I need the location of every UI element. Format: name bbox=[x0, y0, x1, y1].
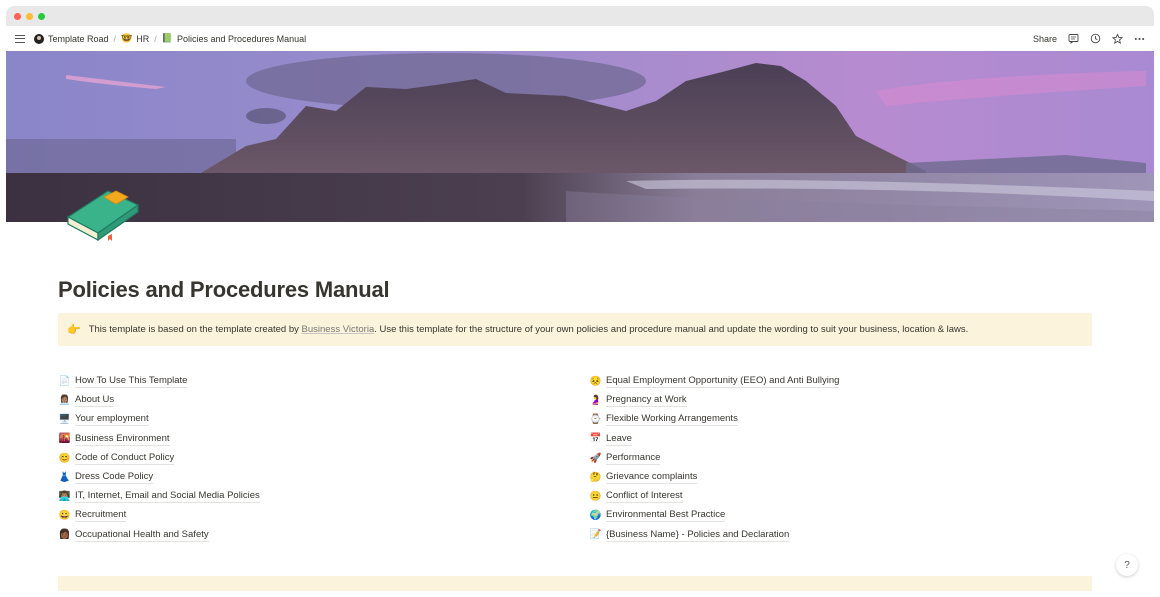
persevering-face-icon: 😣 bbox=[589, 375, 602, 387]
page-link[interactable]: 🖥️ Your employment bbox=[58, 410, 589, 429]
dress-icon: 👗 bbox=[58, 471, 71, 483]
bottom-callout bbox=[58, 576, 1092, 591]
title-bar bbox=[6, 6, 1154, 26]
sidebar-menu-icon[interactable] bbox=[15, 34, 25, 43]
page-link[interactable]: 👩🏽‍💼 About Us bbox=[58, 391, 589, 410]
breadcrumb-policies-manual[interactable]: 📗 Policies and Procedures Manual bbox=[162, 34, 306, 44]
links-left-column: 📄 How To Use This Template 👩🏽‍💼 About Us 🖥… bbox=[58, 372, 589, 545]
page-link-label: How To Use This Template bbox=[75, 375, 188, 389]
top-bar: Template Road / 🤓 HR / 📗 Policies and Pr… bbox=[6, 26, 1154, 51]
avatar-icon bbox=[34, 33, 44, 44]
page-link[interactable]: 👗 Dress Code Policy bbox=[58, 468, 589, 487]
nerd-face-icon: 🤓 bbox=[121, 33, 133, 43]
smiling-face-icon: 😊 bbox=[58, 452, 71, 464]
page-link-label: Business Environment bbox=[75, 432, 170, 446]
neutral-face-icon: 😐 bbox=[589, 490, 602, 502]
comment-icon[interactable] bbox=[1068, 33, 1079, 44]
page-link-label: About Us bbox=[75, 394, 115, 408]
page-link-label: Grievance complaints bbox=[606, 471, 698, 485]
page-link[interactable]: 👨🏽‍💻 IT, Internet, Email and Social Media… bbox=[58, 487, 589, 506]
technologist-icon: 👨🏽‍💻 bbox=[58, 490, 71, 502]
pregnant-woman-icon: 🤰 bbox=[589, 395, 602, 407]
page-link-label: Dress Code Policy bbox=[75, 471, 154, 485]
green-book-icon[interactable] bbox=[64, 183, 140, 243]
breadcrumb-separator: / bbox=[154, 33, 157, 44]
page-link-label: Conflict of Interest bbox=[606, 490, 683, 504]
book-icon: 📗 bbox=[161, 33, 174, 43]
page-link-label: Pregnancy at Work bbox=[606, 394, 687, 408]
page-link-label: Occupational Health and Safety bbox=[75, 528, 209, 542]
page-link[interactable]: 📝 {Business Name} - Policies and Declarat… bbox=[589, 526, 1089, 545]
globe-icon: 🌍 bbox=[589, 510, 602, 522]
page-link-label: Recruitment bbox=[75, 509, 127, 523]
page-link-label: Flexible Working Arrangements bbox=[606, 413, 738, 427]
page-link[interactable]: 😐 Conflict of Interest bbox=[589, 487, 1089, 506]
page-link[interactable]: 😊 Code of Conduct Policy bbox=[58, 449, 589, 468]
page-link-label: Equal Employment Opportunity (EEO) and A… bbox=[606, 375, 840, 389]
minimize-window-button[interactable] bbox=[26, 12, 33, 20]
callout-text-before: This template is based on the template c… bbox=[88, 324, 302, 335]
maximize-window-button[interactable] bbox=[38, 12, 45, 20]
breadcrumb-label: Template Road bbox=[48, 33, 109, 44]
city-sunset-icon: 🌇 bbox=[58, 433, 71, 445]
help-button[interactable]: ? bbox=[1116, 554, 1138, 576]
breadcrumb-template-road[interactable]: Template Road bbox=[34, 33, 109, 44]
calendar-icon: 📅 bbox=[589, 433, 602, 445]
page-link[interactable]: 😀 Recruitment bbox=[58, 506, 589, 525]
page-link-label: Code of Conduct Policy bbox=[75, 451, 175, 465]
cover-image[interactable] bbox=[6, 51, 1154, 222]
page-link-label: IT, Internet, Email and Social Media Pol… bbox=[75, 490, 260, 504]
page-links-grid: 📄 How To Use This Template 👩🏽‍💼 About Us 🖥… bbox=[58, 372, 1092, 545]
memo-icon: 📝 bbox=[589, 529, 602, 541]
star-icon[interactable] bbox=[1112, 32, 1123, 44]
page-link-label: Leave bbox=[606, 432, 632, 446]
watch-icon: ⌚ bbox=[589, 414, 602, 426]
page-link[interactable]: 🌇 Business Environment bbox=[58, 430, 589, 449]
business-victoria-link[interactable]: Business Victoria bbox=[302, 324, 375, 335]
page-link[interactable]: 😣 Equal Employment Opportunity (EEO) and … bbox=[589, 372, 1089, 391]
page-content: Policies and Procedures Manual 👉 This te… bbox=[58, 270, 1092, 545]
page-title[interactable]: Policies and Procedures Manual bbox=[58, 270, 1092, 310]
breadcrumb-label: HR bbox=[136, 33, 150, 44]
page-document-icon: 📄 bbox=[58, 375, 71, 387]
cover-landscape bbox=[6, 51, 1154, 222]
page-link[interactable]: 📄 How To Use This Template bbox=[58, 372, 589, 391]
thinking-face-icon: 🤔 bbox=[589, 471, 602, 483]
page-link-label: Your employment bbox=[75, 413, 149, 427]
pointing-hand-icon: 👉 bbox=[67, 324, 81, 336]
page-link-label: {Business Name} - Policies and Declarati… bbox=[606, 528, 790, 542]
page-link[interactable]: 🌍 Environmental Best Practice bbox=[589, 506, 1089, 525]
page-link[interactable]: 🤔 Grievance complaints bbox=[589, 468, 1089, 487]
desktop-computer-icon: 🖥️ bbox=[58, 414, 71, 426]
grinning-face-icon: 😀 bbox=[58, 510, 71, 522]
page-link[interactable]: ⌚ Flexible Working Arrangements bbox=[589, 410, 1089, 429]
breadcrumb-separator: / bbox=[113, 33, 117, 44]
office-worker-icon: 👩🏽‍💼 bbox=[58, 395, 71, 407]
breadcrumb-label: Policies and Procedures Manual bbox=[177, 33, 307, 44]
share-button[interactable]: Share bbox=[1033, 34, 1057, 44]
rocket-icon: 🚀 bbox=[589, 452, 602, 464]
page-link[interactable]: 🚀 Performance bbox=[589, 449, 1089, 468]
close-window-button[interactable] bbox=[14, 12, 21, 20]
info-callout: 👉 This template is based on the template… bbox=[58, 313, 1092, 346]
callout-text-after: . Use this template for the structure of… bbox=[374, 324, 969, 335]
page-link[interactable]: 📅 Leave bbox=[589, 430, 1089, 449]
history-icon[interactable] bbox=[1090, 33, 1101, 44]
page-link-label: Environmental Best Practice bbox=[606, 509, 726, 523]
breadcrumb-hr[interactable]: 🤓 HR bbox=[121, 34, 149, 44]
woman-icon: 👩🏾 bbox=[58, 529, 71, 541]
page-link[interactable]: 🤰 Pregnancy at Work bbox=[589, 391, 1089, 410]
links-right-column: 😣 Equal Employment Opportunity (EEO) and … bbox=[589, 372, 1089, 545]
callout-text: This template is based on the template c… bbox=[89, 324, 969, 335]
page-link[interactable]: 👩🏾 Occupational Health and Safety bbox=[58, 526, 589, 545]
more-icon[interactable] bbox=[1134, 33, 1145, 44]
page-link-label: Performance bbox=[606, 451, 661, 465]
